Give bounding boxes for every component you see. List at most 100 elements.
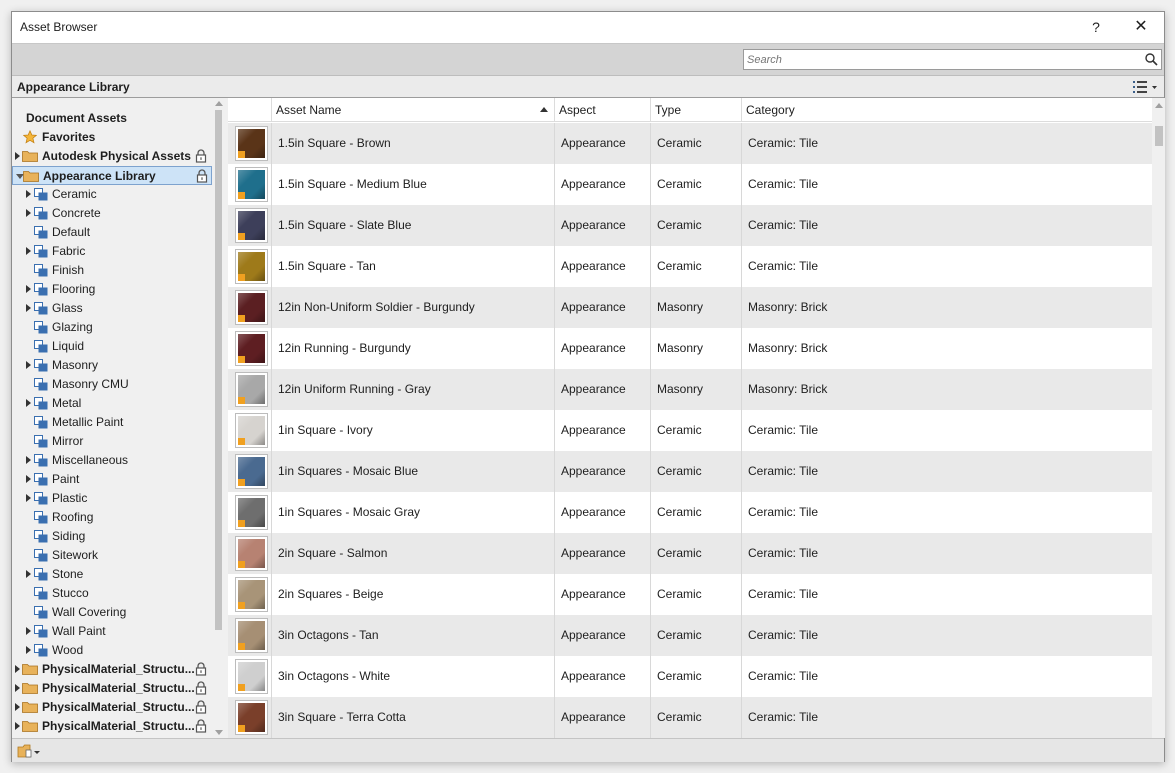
column-header-thumbnail[interactable] <box>228 98 272 122</box>
lock-icon <box>195 662 207 676</box>
expand-arrow-icon[interactable] <box>26 209 31 217</box>
aspect-cell: Appearance <box>555 656 651 697</box>
search-icon[interactable] <box>1144 52 1158 66</box>
tree-item[interactable]: Document Assets <box>12 109 212 128</box>
tree-item[interactable]: Ceramic <box>12 185 212 204</box>
table-row[interactable]: 3in Octagons - White Appearance Ceramic Cer… <box>228 656 1152 697</box>
column-header-asset-name[interactable]: Asset Name <box>272 98 555 122</box>
tree-item[interactable]: Flooring <box>12 280 212 299</box>
tree-item[interactable]: Glazing <box>12 318 212 337</box>
warning-badge-icon <box>238 233 245 240</box>
expand-arrow-icon[interactable] <box>26 304 31 312</box>
tree-item[interactable]: Stone <box>12 565 212 584</box>
tree-item[interactable]: Fabric <box>12 242 212 261</box>
scroll-thumb[interactable] <box>215 110 222 630</box>
table-row[interactable]: 1.5in Square - Brown Appearance Ceramic Cer… <box>228 123 1152 164</box>
tree-item[interactable]: Favorites <box>12 128 212 147</box>
table-row[interactable]: 1.5in Square - Medium Blue Appearance Cera… <box>228 164 1152 205</box>
scroll-down-icon[interactable] <box>215 730 223 735</box>
table-row[interactable]: 3in Octagons - Tan Appearance Ceramic Ceram… <box>228 615 1152 656</box>
tree-item[interactable]: Metal <box>12 394 212 413</box>
column-header-aspect[interactable]: Aspect <box>555 98 651 122</box>
tree-scrollbar[interactable] <box>213 98 224 738</box>
expand-arrow-icon[interactable] <box>15 722 20 730</box>
expand-arrow-icon[interactable] <box>26 646 31 654</box>
expand-arrow-icon[interactable] <box>26 627 31 635</box>
tree-item[interactable]: PhysicalMaterial_Structu... <box>12 660 212 679</box>
tree-item[interactable]: Finish <box>12 261 212 280</box>
expand-arrow-icon[interactable] <box>26 247 31 255</box>
help-button[interactable]: ? <box>1084 16 1108 38</box>
tree-item[interactable]: Liquid <box>12 337 212 356</box>
expand-arrow-icon[interactable] <box>26 190 31 198</box>
tree-item[interactable]: Paint <box>12 470 212 489</box>
category-icon <box>34 568 48 581</box>
tree-item-label: Mirror <box>52 434 84 448</box>
expand-arrow-icon[interactable] <box>15 665 20 673</box>
thumbnail-cell <box>228 164 272 205</box>
table-row[interactable]: 1in Square - Ivory Appearance Ceramic Ceram… <box>228 410 1152 451</box>
table-row[interactable]: 1in Squares - Mosaic Gray Appearance Ceram… <box>228 492 1152 533</box>
tree-item[interactable]: Default <box>12 223 212 242</box>
open-library-menu-icon[interactable] <box>17 743 41 759</box>
table-row[interactable]: 1.5in Square - Tan Appearance Ceramic Ceram… <box>228 246 1152 287</box>
tree-item[interactable]: Wall Paint <box>12 622 212 641</box>
tree-item[interactable]: Wall Covering <box>12 603 212 622</box>
tree-item[interactable]: Metallic Paint <box>12 413 212 432</box>
expand-arrow-icon[interactable] <box>26 399 31 407</box>
column-header-category[interactable]: Category <box>742 98 1152 122</box>
table-row[interactable]: 2in Square - Salmon Appearance Ceramic Cera… <box>228 533 1152 574</box>
tree-item[interactable]: Miscellaneous <box>12 451 212 470</box>
table-row[interactable]: 1.5in Square - Slate Blue Appearance Ceram… <box>228 205 1152 246</box>
table-row[interactable]: 12in Running - Burgundy Appearance Masonry… <box>228 328 1152 369</box>
thumbnail-cell <box>228 615 272 656</box>
scroll-up-icon[interactable] <box>1155 103 1163 108</box>
tree-item[interactable]: PhysicalMaterial_Structu... <box>12 717 212 736</box>
search-input[interactable] <box>744 50 1134 69</box>
scroll-thumb[interactable] <box>1155 126 1163 146</box>
category-icon <box>34 492 48 505</box>
expand-arrow-icon[interactable] <box>26 570 31 578</box>
expand-arrow-icon[interactable] <box>26 456 31 464</box>
tree-item[interactable]: Roofing <box>12 508 212 527</box>
category-cell: Masonry: Brick <box>748 300 828 314</box>
tree-item[interactable]: PhysicalMaterial_Structu... <box>12 679 212 698</box>
tree-item[interactable]: PhysicalMaterial_Structu... <box>12 698 212 717</box>
table-row[interactable]: 12in Non-Uniform Soldier - Burgundy Appea… <box>228 287 1152 328</box>
tree-item[interactable]: Sitework <box>12 546 212 565</box>
tree-item[interactable]: Masonry <box>12 356 212 375</box>
tree-item[interactable]: Stucco <box>12 584 212 603</box>
aspect-cell: Appearance <box>555 410 651 451</box>
folder-icon <box>22 151 38 162</box>
column-header-type[interactable]: Type <box>651 98 742 122</box>
category-icon <box>34 587 48 600</box>
asset-name-cell: 1in Squares - Mosaic Gray <box>272 492 555 533</box>
tree-item[interactable]: Glass <box>12 299 212 318</box>
table-row[interactable]: 12in Uniform Running - Gray Appearance Mas… <box>228 369 1152 410</box>
view-options-icon[interactable] <box>1132 79 1158 95</box>
grid-scrollbar[interactable] <box>1152 98 1165 738</box>
warning-badge-icon <box>238 397 245 404</box>
tree-item[interactable]: Concrete <box>12 204 212 223</box>
tree-item[interactable]: Plastic <box>12 489 212 508</box>
tree-item[interactable]: Wood <box>12 641 212 660</box>
scroll-up-icon[interactable] <box>215 101 223 106</box>
expand-arrow-icon[interactable] <box>15 703 20 711</box>
tree-item[interactable]: Appearance Library <box>12 166 212 185</box>
tree-item[interactable]: Mirror <box>12 432 212 451</box>
close-button[interactable]: ✕ <box>1129 16 1153 38</box>
table-row[interactable]: 2in Squares - Beige Appearance Ceramic Cera… <box>228 574 1152 615</box>
search-box[interactable] <box>743 49 1162 70</box>
tree-item[interactable]: Masonry CMU <box>12 375 212 394</box>
expand-arrow-icon[interactable] <box>26 494 31 502</box>
expand-arrow-icon[interactable] <box>26 285 31 293</box>
expand-arrow-icon[interactable] <box>26 475 31 483</box>
expand-arrow-icon[interactable] <box>15 684 20 692</box>
table-row[interactable]: 1in Squares - Mosaic Blue Appearance Ceram… <box>228 451 1152 492</box>
tree-item[interactable]: Siding <box>12 527 212 546</box>
expand-arrow-icon[interactable] <box>26 361 31 369</box>
table-row[interactable]: 3in Square - Terra Cotta Appearance Cerami… <box>228 697 1152 738</box>
expand-arrow-icon[interactable] <box>15 152 20 160</box>
material-swatch <box>235 208 268 243</box>
tree-item[interactable]: Autodesk Physical Assets <box>12 147 212 166</box>
